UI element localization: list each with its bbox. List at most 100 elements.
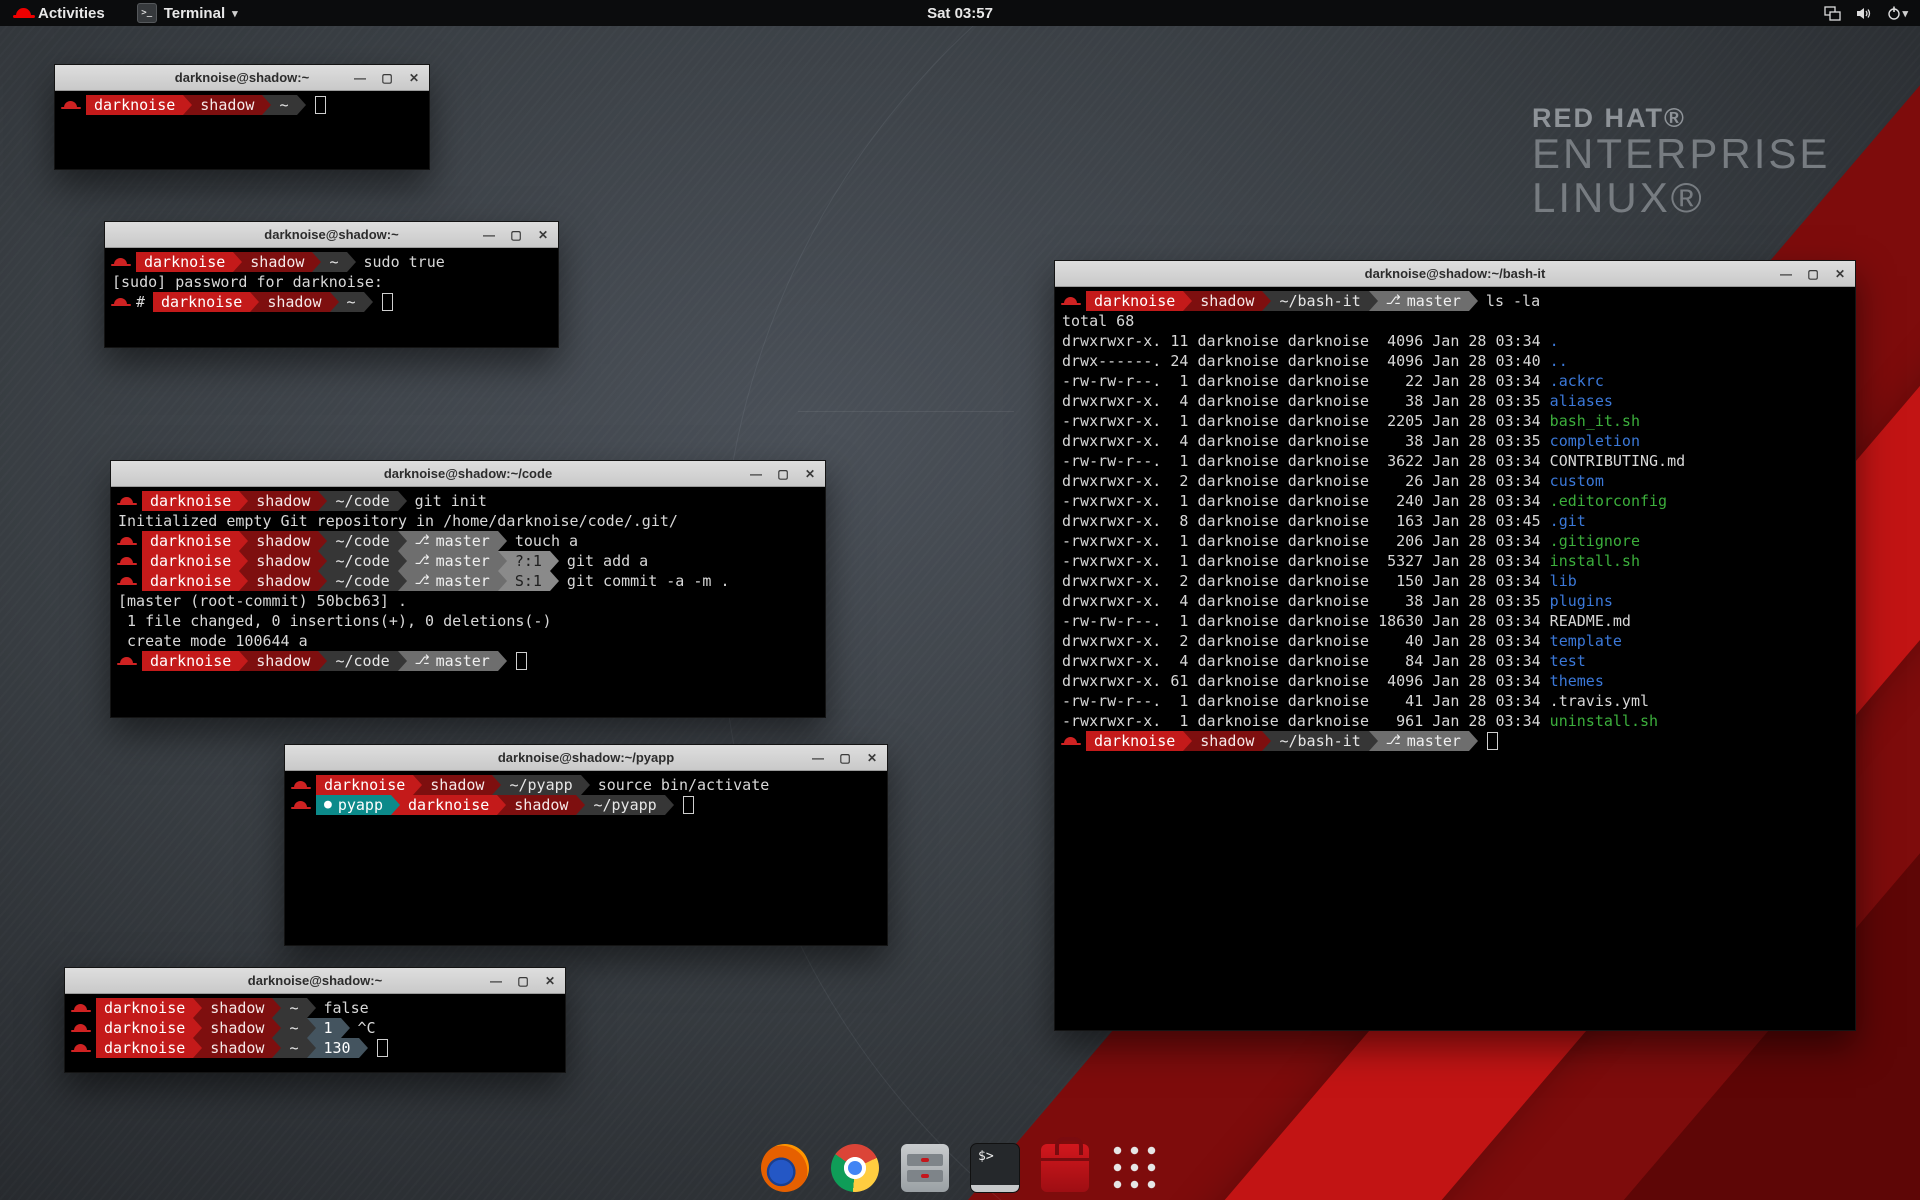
powerline-separator-icon <box>1469 731 1478 751</box>
top-bar: Activities >_ Terminal ▾ Sat 03:57 ▾ <box>0 0 1920 26</box>
maximize-button[interactable]: ▢ <box>379 70 395 86</box>
powerline-separator-icon <box>1183 291 1192 311</box>
close-button[interactable]: ✕ <box>802 466 818 482</box>
ls-row-meta: drwxrwxr-x. 4 darknoise darknoise 84 Jan… <box>1062 651 1550 671</box>
branch-icon: ⎇ <box>1386 291 1401 311</box>
activities-button[interactable]: Activities <box>10 0 111 26</box>
ls-row-meta: -rw-rw-r--. 1 darknoise darknoise 3622 J… <box>1062 451 1550 471</box>
prompt-segment-host: shadow <box>248 491 318 511</box>
titlebar[interactable]: darknoise@shadow:~—▢✕ <box>105 222 558 248</box>
prompt-segment-host: shadow <box>1192 291 1262 311</box>
prompt-segment-user: darknoise <box>96 1038 193 1058</box>
branch-icon: ⎇ <box>415 651 430 671</box>
prompt-segment-host: shadow <box>248 531 318 551</box>
close-button[interactable]: ✕ <box>864 750 880 766</box>
redhat-prompt-icon <box>64 101 77 109</box>
minimize-button[interactable]: — <box>748 466 764 482</box>
ls-row-meta: -rwxrwxr-x. 1 darknoise darknoise 206 Ja… <box>1062 531 1550 551</box>
powerline-separator-icon <box>550 571 559 591</box>
prompt-segment-scm: ⎇master <box>407 651 498 671</box>
chrome-dock-icon[interactable] <box>829 1142 881 1194</box>
terminal-body[interactable]: darknoiseshadow~sudo true[sudo] password… <box>105 248 558 355</box>
terminal-body[interactable]: darknoiseshadow~/bash-it⎇masterls -latot… <box>1055 287 1855 1038</box>
powerline-separator-icon <box>492 775 501 795</box>
redhat-prompt-icon <box>74 1044 87 1052</box>
powerline-separator-icon <box>318 531 327 551</box>
powerline-separator-icon <box>307 998 316 1018</box>
ls-row-meta: -rwxrwxr-x. 1 darknoise darknoise 2205 J… <box>1062 411 1550 431</box>
prompt-segment-host: shadow <box>1192 731 1262 751</box>
firefox-dock-icon[interactable] <box>759 1142 811 1194</box>
terminal-line: total 68 <box>1062 311 1848 331</box>
titlebar[interactable]: darknoise@shadow:~/code — ▢ ✕ <box>111 461 825 487</box>
ls-row-meta: drwxrwxr-x. 2 darknoise darknoise 26 Jan… <box>1062 471 1550 491</box>
redhat-prompt-icon <box>120 657 133 665</box>
powerline-separator-icon <box>272 1018 281 1038</box>
powerline-separator-icon <box>307 1038 316 1058</box>
maximize-button[interactable]: ▢ <box>508 227 524 243</box>
titlebar[interactable]: darknoise@shadow:~/bash-it—▢✕ <box>1055 261 1855 287</box>
minimize-button[interactable]: — <box>488 973 504 989</box>
windows-icon[interactable] <box>1824 6 1841 21</box>
system-menu[interactable]: ▾ <box>1886 5 1908 21</box>
powerline-separator-icon <box>581 775 590 795</box>
terminal-line: [sudo] password for darknoise: <box>112 272 551 292</box>
ls-row-meta: -rw-rw-r--. 1 darknoise darknoise 41 Jan… <box>1062 691 1550 711</box>
files-dock-icon[interactable] <box>899 1142 951 1194</box>
maximize-button[interactable]: ▢ <box>837 750 853 766</box>
terminal-dock-icon[interactable]: $> <box>969 1142 1021 1194</box>
powerline-separator-icon <box>398 491 407 511</box>
clock[interactable]: Sat 03:57 <box>917 0 1003 26</box>
ls-row-meta: drwxrwxr-x. 11 darknoise darknoise 4096 … <box>1062 331 1550 351</box>
terminal-cursor <box>683 796 694 814</box>
app-menu-terminal[interactable]: >_ Terminal ▾ <box>131 0 244 26</box>
maximize-button[interactable]: ▢ <box>1805 266 1821 282</box>
window-title: darknoise@shadow:~/code <box>384 466 552 481</box>
terminal-body[interactable]: darknoiseshadow~/pyappsource bin/activat… <box>285 771 887 953</box>
maximize-button[interactable]: ▢ <box>775 466 791 482</box>
close-button[interactable]: ✕ <box>1832 266 1848 282</box>
redhat-prompt-icon <box>74 1004 87 1012</box>
maximize-button[interactable]: ▢ <box>515 973 531 989</box>
toolbox-dock-icon[interactable] <box>1039 1142 1091 1194</box>
terminal-body[interactable]: darknoiseshadow~falsedarknoiseshadow~1^C… <box>65 994 565 1080</box>
terminal-body[interactable]: darknoiseshadow~/codegit initInitialized… <box>111 487 825 725</box>
prompt-segment-path: ~ <box>271 95 296 115</box>
terminal-body[interactable]: darknoiseshadow~ <box>55 91 429 177</box>
powerline-separator-icon <box>498 531 507 551</box>
minimize-button[interactable]: — <box>352 70 368 86</box>
minimize-button[interactable]: — <box>810 750 826 766</box>
close-button[interactable]: ✕ <box>535 227 551 243</box>
powerline-separator-icon <box>498 651 507 671</box>
close-button[interactable]: ✕ <box>406 70 422 86</box>
powerline-separator-icon <box>318 651 327 671</box>
ls-row-meta: drwxrwxr-x. 61 darknoise darknoise 4096 … <box>1062 671 1550 691</box>
close-button[interactable]: ✕ <box>542 973 558 989</box>
prompt-segment-user: darknoise <box>316 775 413 795</box>
redhat-prompt-icon <box>120 557 133 565</box>
prompt-segment-scm: ⎇master <box>1378 731 1469 751</box>
titlebar[interactable]: darknoise@shadow:~/pyapp—▢✕ <box>285 745 887 771</box>
terminal-line: darknoiseshadow~/code⎇master <box>118 651 818 671</box>
ls-row-meta: -rw-rw-r--. 1 darknoise darknoise 18630 … <box>1062 611 1550 631</box>
powerline-separator-icon <box>193 1018 202 1038</box>
ls-row-meta: drwx------. 24 darknoise darknoise 4096 … <box>1062 351 1550 371</box>
minimize-button[interactable]: — <box>481 227 497 243</box>
terminal-window: darknoise@shadow:~/code — ▢ ✕ darknoiseshado… <box>110 460 826 718</box>
terminal-line: drwxrwxr-x. 4 darknoise darknoise 38 Jan… <box>1062 391 1848 411</box>
terminal-text: Initialized empty Git repository in /hom… <box>118 511 678 531</box>
minimize-button[interactable]: — <box>1778 266 1794 282</box>
ls-row-name: bash_it.sh <box>1550 411 1640 431</box>
root-hash-prefix: # <box>136 292 145 312</box>
ls-row-name: .ackrc <box>1550 371 1604 391</box>
titlebar[interactable]: darknoise@shadow:~—▢✕ <box>55 65 429 91</box>
ls-row-name: . <box>1550 331 1559 351</box>
ls-row-meta: drwxrwxr-x. 2 darknoise darknoise 150 Ja… <box>1062 571 1550 591</box>
appgrid-icon <box>1111 1144 1159 1192</box>
appgrid-dock-icon[interactable] <box>1109 1142 1161 1194</box>
terminal-line: -rwxrwxr-x. 1 darknoise darknoise 961 Ja… <box>1062 711 1848 731</box>
powerline-separator-icon <box>272 998 281 1018</box>
terminal-line: -rw-rw-r--. 1 darknoise darknoise 22 Jan… <box>1062 371 1848 391</box>
titlebar[interactable]: darknoise@shadow:~—▢✕ <box>65 968 565 994</box>
volume-icon[interactable] <box>1855 6 1872 21</box>
